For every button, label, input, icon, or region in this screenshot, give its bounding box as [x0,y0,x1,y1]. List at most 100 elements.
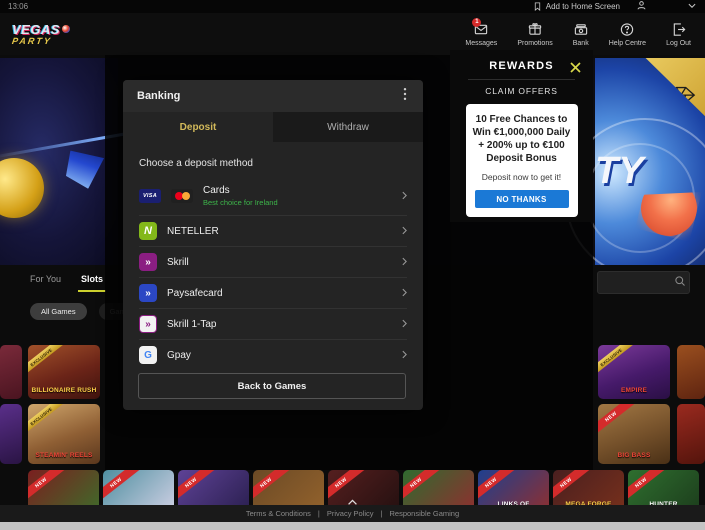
new-ribbon: NEW [178,470,217,505]
status-bar: 13:06 Add to Home Screen [0,0,705,13]
claim-offers-label: CLAIM OFFERS [450,86,593,96]
chevron-right-icon [402,222,407,240]
help-icon [619,22,635,37]
chevron-right-icon [402,253,407,271]
nav-items: 1 Messages Promotions Bank Hel [465,22,691,47]
nav-messages-label: Messages [465,40,497,47]
app-window: 13:06 Add to Home Screen VEGAS PARTY [0,0,705,530]
search-box[interactable] [597,271,690,294]
exclusive-ribbon: EXCLUSIVE [28,404,67,438]
user-icon[interactable] [636,0,647,13]
chevron-right-icon [402,187,407,205]
messages-badge: 1 [472,18,481,27]
nav-log-out[interactable]: Log Out [666,22,691,47]
tab-slots[interactable]: Slots [81,274,103,292]
method-subtitle: Best choice for Ireland [203,198,278,207]
new-ribbon: NEW [28,470,67,505]
game-tile-partial[interactable] [0,404,22,464]
method-skrill[interactable]: » Skrill [139,246,407,277]
mastercard-icon [171,189,193,203]
paysafecard-icon: » [139,284,157,302]
close-icon[interactable] [568,58,583,80]
gift-icon [527,22,543,37]
banking-modal: Banking Deposit Withdraw Choose a deposi… [123,80,423,410]
modal-title: Banking [137,90,180,102]
nav-bar: VEGAS PARTY 1 Messages Promotions [0,13,705,55]
nav-log-out-label: Log Out [666,40,691,47]
footer-separator: | [381,509,383,518]
footer-link-responsible-gaming[interactable]: Responsible Gaming [390,509,460,518]
game-tile-partial[interactable] [677,345,705,399]
game-tile-big-bass[interactable]: NEW BIG BASS [598,404,670,464]
nav-promotions-label: Promotions [517,40,552,47]
game-title: BIG BASS [600,452,668,459]
new-ribbon: NEW [598,404,637,439]
nav-help-centre-label: Help Centre [609,40,646,47]
nav-messages[interactable]: 1 Messages [465,22,497,47]
method-label: Skrill [167,257,189,268]
divider [468,79,575,80]
game-tile-steamin-reels[interactable]: EXCLUSIVE STEAMIN' REELS [28,404,100,464]
footer-separator: | [318,509,320,518]
hero-art-left [0,58,118,265]
game-tile-partial[interactable] [677,404,705,464]
deposit-section-title: Choose a deposit method [139,158,407,169]
tab-withdraw[interactable]: Withdraw [273,112,423,142]
method-label: NETELLER [167,226,219,237]
deposit-methods-list: VISA Cards Best choice for Ireland N NET… [139,177,407,370]
new-ribbon: NEW [628,470,667,505]
brand-line1: VEGAS [12,23,60,36]
chevron-right-icon [402,346,407,364]
skrill-icon: » [139,253,157,271]
back-to-games-button[interactable]: Back to Games [138,373,406,399]
add-to-home-button[interactable]: Add to Home Screen [533,1,620,12]
visa-icon: VISA [139,189,161,203]
footer-link-terms[interactable]: Terms & Conditions [246,509,311,518]
nav-promotions[interactable]: Promotions [517,22,552,47]
game-tile-partial[interactable] [0,345,22,399]
banking-tabs: Deposit Withdraw [123,112,423,142]
new-ribbon: NEW [553,470,592,505]
banknotes-icon [573,22,589,37]
offer-text: 10 Free Chances to Win €1,000,000 Daily … [472,113,572,165]
game-tile-billionaire-rush[interactable]: EXCLUSIVE BILLIONAIRE RUSH [28,345,100,399]
method-paysafecard[interactable]: » Paysafecard [139,277,407,308]
nav-help-centre[interactable]: Help Centre [609,22,646,47]
method-skrill-1-tap[interactable]: » Skrill 1-Tap [139,308,407,339]
disco-ball-icon [62,25,70,33]
logout-icon [671,22,687,37]
method-label: Gpay [167,350,191,361]
method-cards[interactable]: VISA Cards Best choice for Ireland [139,177,407,215]
game-title: STEAMIN' REELS [30,452,98,459]
search-input[interactable] [604,278,674,287]
no-thanks-button[interactable]: NO THANKS [475,190,569,208]
offer-hint: Deposit now to get it! [472,172,572,182]
chevron-down-icon[interactable] [687,2,697,12]
pill-all-games[interactable]: All Games [30,303,87,320]
add-to-home-label: Add to Home Screen [546,2,620,11]
new-ribbon: NEW [103,470,142,505]
gpay-icon: G [139,346,157,364]
brand-line2: PARTY [11,37,70,46]
chevron-right-icon [402,315,407,333]
kebab-menu-icon[interactable] [401,85,409,108]
game-tile-empire[interactable]: EXCLUSIVE EMPIRE [598,345,670,399]
nav-bank[interactable]: Bank [573,22,589,47]
brand-logo[interactable]: VEGAS PARTY [12,23,70,46]
method-neteller[interactable]: N NETELLER [139,215,407,246]
clock: 13:06 [8,2,28,11]
exclusive-ribbon: EXCLUSIVE [28,345,67,379]
search-icon [674,274,686,292]
method-label: Cards [203,185,278,196]
hero-headline-fragment: TY [595,150,644,193]
rewards-panel: REWARDS CLAIM OFFERS 10 Free Chances to … [450,50,593,222]
skrill-1tap-icon: » [139,315,157,333]
gold-coin-icon [0,158,44,218]
neteller-icon: N [139,222,157,240]
page-bottom-strip [0,522,705,530]
new-ribbon: NEW [403,470,442,505]
tab-for-you[interactable]: For You [30,274,61,292]
tab-deposit[interactable]: Deposit [123,112,273,142]
footer-link-privacy[interactable]: Privacy Policy [327,509,374,518]
method-gpay[interactable]: G Gpay [139,339,407,370]
